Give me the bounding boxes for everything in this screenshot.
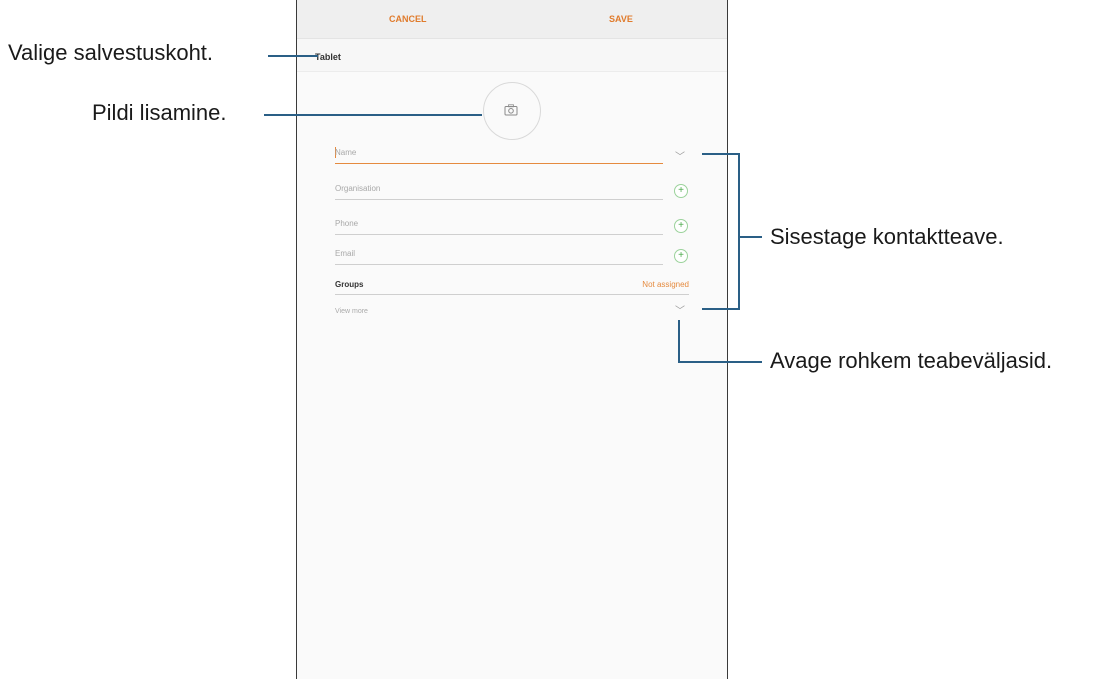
callout-line-more (678, 361, 762, 363)
phone-field[interactable]: Phone (335, 216, 663, 235)
email-placeholder: Email (335, 249, 356, 258)
annotation-storage: Valige salvestuskoht. (8, 40, 214, 65)
callout-line-storage (268, 55, 318, 57)
callout-line-more-vertical (678, 320, 680, 362)
add-email-icon[interactable]: + (674, 249, 688, 263)
groups-row[interactable]: Groups Not assigned (335, 276, 689, 295)
add-organisation-icon[interactable]: + (674, 184, 688, 198)
callout-line-photo (264, 114, 482, 116)
email-field[interactable]: Email (335, 246, 663, 265)
chevron-down-icon[interactable]: ﹀ (675, 148, 685, 163)
callout-bracket-top (702, 153, 740, 155)
save-button[interactable]: SAVE (609, 14, 633, 24)
name-placeholder: Name (335, 148, 357, 157)
add-photo-button[interactable] (483, 82, 541, 140)
storage-location-label: Tablet (315, 52, 341, 62)
callout-bracket-vertical (738, 153, 740, 310)
top-bar: CANCEL SAVE (297, 0, 727, 39)
view-more-chevron-icon[interactable]: ﹀ (675, 302, 685, 317)
phone-placeholder: Phone (335, 219, 359, 228)
organisation-field[interactable]: Organisation (335, 181, 663, 200)
add-phone-icon[interactable]: + (674, 219, 688, 233)
groups-value: Not assigned (642, 280, 689, 289)
annotation-photo: Pildi lisamine. (92, 100, 227, 125)
annotation-contact: Sisestage kontaktteave. (770, 224, 1004, 249)
organisation-placeholder: Organisation (335, 184, 381, 193)
name-field[interactable]: Name (335, 145, 663, 164)
annotation-more: Avage rohkem teabeväljasid. (770, 348, 1053, 373)
view-more-label[interactable]: View more (335, 308, 368, 315)
storage-location-selector[interactable]: Tablet (297, 39, 727, 72)
groups-label: Groups (335, 280, 364, 289)
tablet-screen: CANCEL SAVE Tablet Name ﹀ Organisation +… (296, 0, 728, 679)
cancel-button[interactable]: CANCEL (389, 14, 427, 24)
callout-bracket-bottom (702, 308, 740, 310)
camera-icon (504, 104, 518, 116)
callout-line-contact (740, 236, 762, 238)
